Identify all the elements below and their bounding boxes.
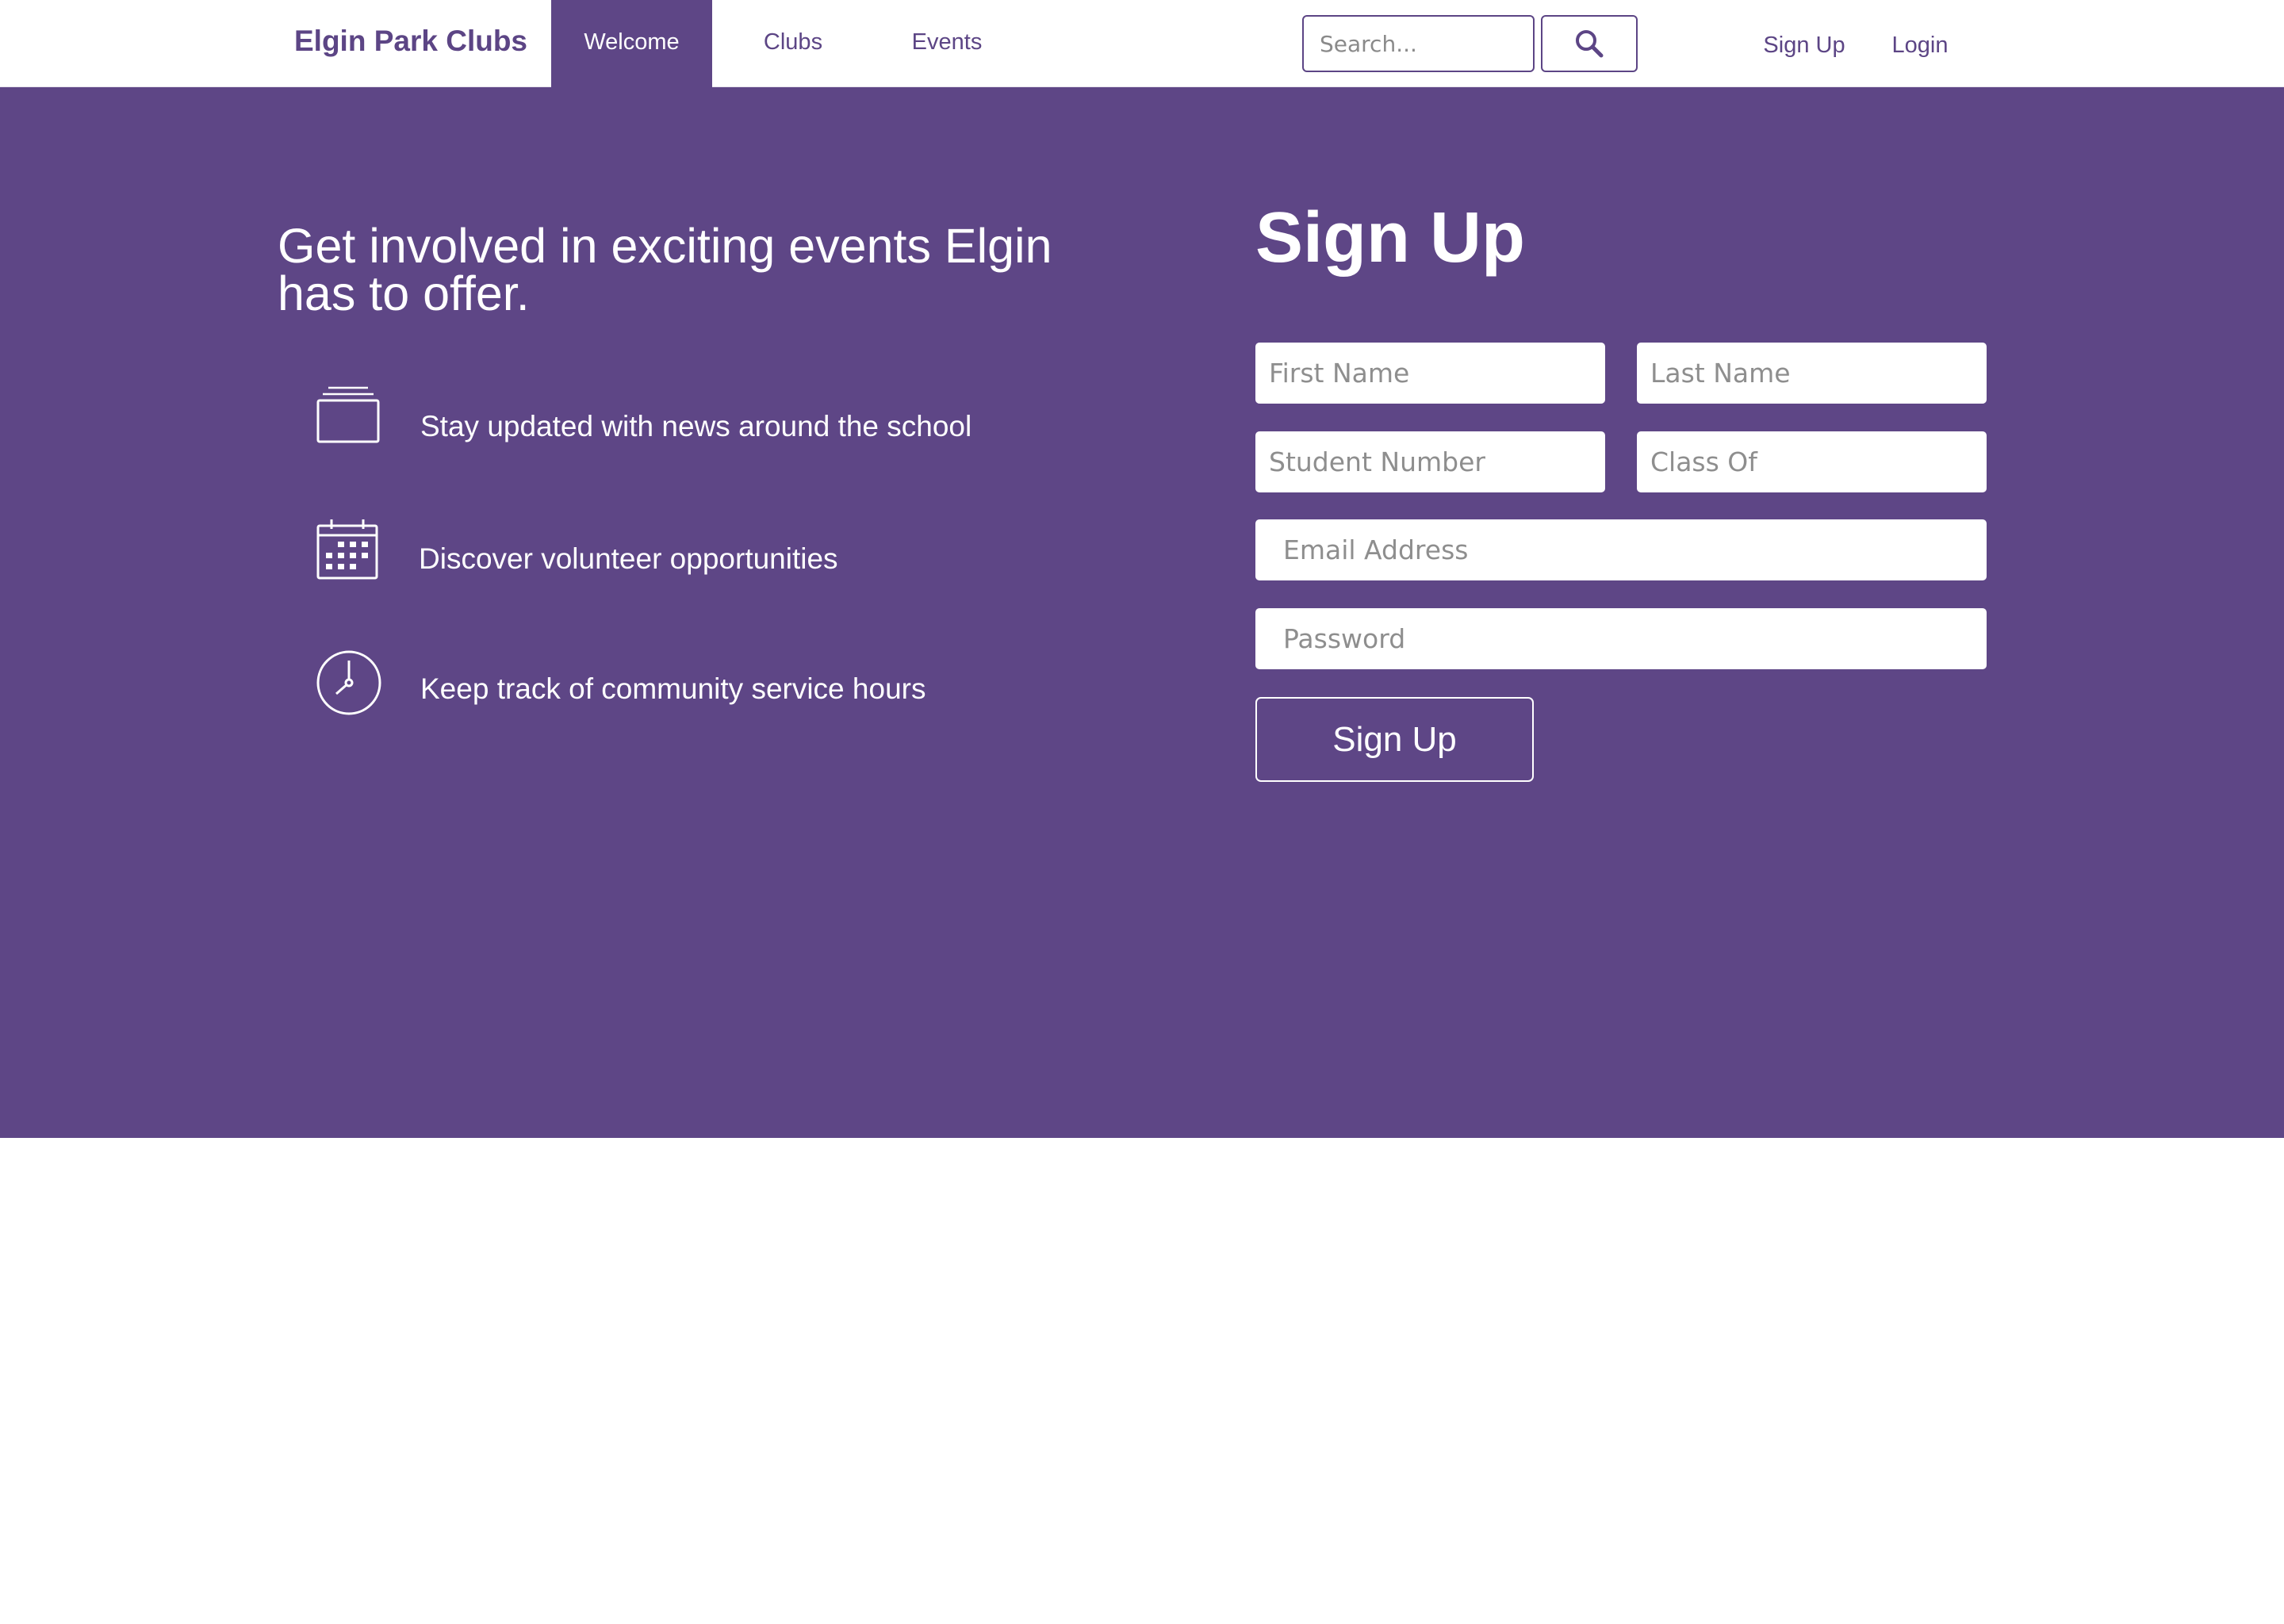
brand-logo-link[interactable]: Elgin Park Clubs <box>294 0 527 87</box>
first-name-field[interactable] <box>1255 343 1605 404</box>
last-name-field[interactable] <box>1637 343 1987 404</box>
password-field[interactable] <box>1255 608 1987 669</box>
hero-tagline: Get involved in exciting events Elgin ha… <box>278 219 1052 320</box>
search-button[interactable] <box>1541 15 1638 72</box>
top-navbar: Elgin Park Clubs Welcome Clubs Events Si… <box>0 0 2284 87</box>
nav-signup-link[interactable]: Sign Up <box>1759 0 1849 87</box>
signup-form-title: Sign Up <box>1255 198 1525 278</box>
class-of-field[interactable] <box>1637 431 1987 492</box>
nav-item-events[interactable]: Events <box>898 0 996 87</box>
feature-label: Keep track of community service hours <box>420 672 926 705</box>
clock-icon <box>316 650 381 715</box>
feature-label: Stay updated with news around the school <box>420 410 972 442</box>
nav-item-welcome[interactable]: Welcome <box>551 0 712 87</box>
email-field[interactable] <box>1255 519 1987 580</box>
nav-item-clubs[interactable]: Clubs <box>752 0 834 87</box>
feature-label: Discover volunteer opportunities <box>419 542 838 575</box>
search-icon <box>1576 30 1604 58</box>
news-cards-icon <box>316 386 380 443</box>
nav-login-link[interactable]: Login <box>1888 0 1952 87</box>
hero-section: Get involved in exciting events Elgin ha… <box>0 87 2284 1138</box>
student-number-field[interactable] <box>1255 431 1605 492</box>
calendar-icon <box>316 519 378 580</box>
signup-submit-button[interactable]: Sign Up <box>1255 697 1534 782</box>
search-input[interactable] <box>1302 15 1535 72</box>
